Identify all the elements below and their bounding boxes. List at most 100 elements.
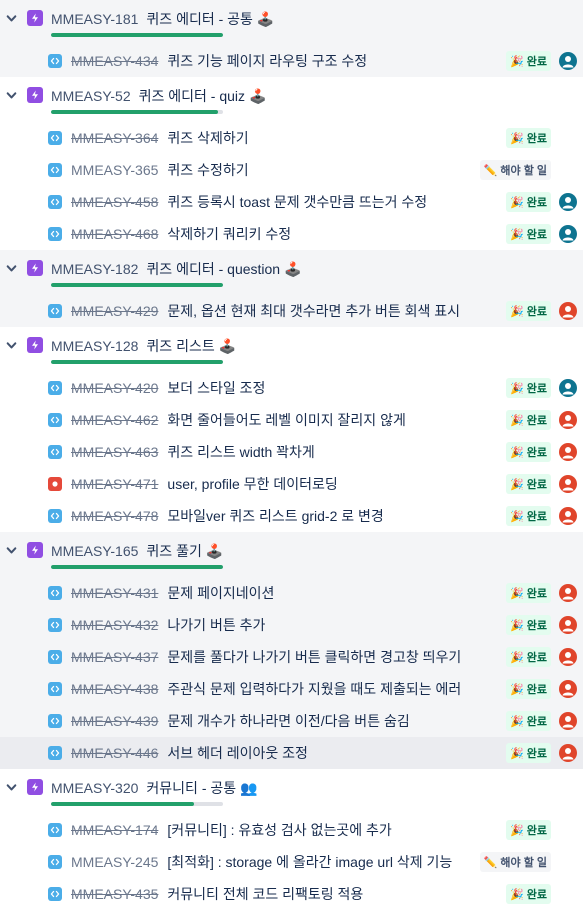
status-badge[interactable]: ✏️ 해야 할 일 — [479, 160, 551, 180]
issue-summary[interactable]: 퀴즈 수정하기 — [167, 160, 248, 180]
issue-key[interactable]: MMEASY-463 — [71, 444, 158, 460]
epic-title[interactable]: 퀴즈 풀기 — [146, 541, 201, 561]
issue-summary[interactable]: 퀴즈 리스트 width 꽉차게 — [167, 442, 314, 462]
issue-key[interactable]: MMEASY-245 — [71, 854, 158, 870]
issue-row[interactable]: MMEASY-435 커뮤니티 전체 코드 리팩토링 적용 🎉 완료 — [0, 878, 583, 910]
chevron-down-icon[interactable] — [6, 340, 17, 351]
issue-row[interactable]: MMEASY-434 퀴즈 기능 페이지 라우팅 구조 수정 🎉 완료 — [0, 45, 583, 77]
avatar[interactable] — [559, 680, 577, 698]
epic-title[interactable]: 커뮤니티 - 공통 — [146, 778, 236, 798]
status-badge[interactable]: 🎉 완료 — [506, 820, 551, 840]
epic-row[interactable]: MMEASY-165 퀴즈 풀기 🕹️ — [0, 532, 583, 577]
issue-row[interactable]: MMEASY-463 퀴즈 리스트 width 꽉차게 🎉 완료 — [0, 436, 583, 468]
issue-key[interactable]: MMEASY-471 — [71, 476, 158, 492]
status-badge[interactable]: 🎉 완료 — [506, 378, 551, 398]
status-badge[interactable]: 🎉 완료 — [506, 711, 551, 731]
status-badge[interactable]: 🎉 완료 — [506, 474, 551, 494]
issue-key[interactable]: MMEASY-437 — [71, 649, 158, 665]
issue-summary[interactable]: 모바일ver 퀴즈 리스트 grid-2 로 변경 — [167, 506, 383, 526]
issue-key[interactable]: MMEASY-458 — [71, 194, 158, 210]
avatar[interactable] — [559, 193, 577, 211]
epic-row[interactable]: MMEASY-181 퀴즈 에디터 - 공통 🕹️ — [0, 0, 583, 45]
issue-summary[interactable]: 주관식 문제 입력하다가 지웠을 때도 제출되는 에러 — [167, 679, 461, 699]
issue-key[interactable]: MMEASY-431 — [71, 585, 158, 601]
issue-summary[interactable]: 보더 스타일 조정 — [167, 378, 265, 398]
avatar[interactable] — [559, 52, 577, 70]
issue-key[interactable]: MMEASY-439 — [71, 713, 158, 729]
issue-summary[interactable]: 퀴즈 삭제하기 — [167, 128, 248, 148]
issue-summary[interactable]: 나가기 버튼 추가 — [167, 615, 265, 635]
epic-key[interactable]: MMEASY-182 — [51, 261, 138, 277]
issue-row[interactable]: MMEASY-174 [커뮤니티] : 유효성 검사 없는곳에 추가 🎉 완료 — [0, 814, 583, 846]
avatar[interactable] — [559, 744, 577, 762]
issue-summary[interactable]: user, profile 무한 데이터로딩 — [167, 474, 337, 494]
issue-row[interactable]: MMEASY-458 퀴즈 등록시 toast 문제 갯수만큼 뜨는거 수정 🎉 완료 — [0, 186, 583, 218]
issue-row[interactable]: MMEASY-446 서브 헤더 레이아웃 조정 🎉 완료 — [0, 737, 583, 769]
status-badge[interactable]: 🎉 완료 — [506, 442, 551, 462]
status-badge[interactable]: 🎉 완료 — [506, 884, 551, 904]
avatar[interactable] — [559, 302, 577, 320]
epic-title[interactable]: 퀴즈 리스트 — [146, 336, 214, 356]
issue-key[interactable]: MMEASY-435 — [71, 886, 158, 902]
chevron-down-icon[interactable] — [6, 263, 17, 274]
issue-row[interactable]: MMEASY-364 퀴즈 삭제하기 🎉 완료 — [0, 122, 583, 154]
status-badge[interactable]: 🎉 완료 — [506, 410, 551, 430]
issue-key[interactable]: MMEASY-364 — [71, 130, 158, 146]
status-badge[interactable]: 🎉 완료 — [506, 615, 551, 635]
issue-summary[interactable]: 화면 줄어들어도 레벨 이미지 잘리지 않게 — [167, 410, 405, 430]
issue-key[interactable]: MMEASY-432 — [71, 617, 158, 633]
issue-row[interactable]: MMEASY-420 보더 스타일 조정 🎉 완료 — [0, 372, 583, 404]
avatar[interactable] — [559, 411, 577, 429]
issue-summary[interactable]: 서브 헤더 레이아웃 조정 — [167, 743, 307, 763]
issue-summary[interactable]: 문제, 옵션 현재 최대 갯수라면 추가 버튼 회색 표시 — [167, 301, 460, 321]
avatar[interactable] — [559, 225, 577, 243]
issue-key[interactable]: MMEASY-446 — [71, 745, 158, 761]
chevron-down-icon[interactable] — [6, 90, 17, 101]
epic-key[interactable]: MMEASY-128 — [51, 338, 138, 354]
issue-row[interactable]: MMEASY-471 user, profile 무한 데이터로딩 🎉 완료 — [0, 468, 583, 500]
issue-row[interactable]: MMEASY-439 문제 개수가 하나라면 이전/다음 버튼 숨김 🎉 완료 — [0, 705, 583, 737]
issue-key[interactable]: MMEASY-468 — [71, 226, 158, 242]
avatar[interactable] — [559, 475, 577, 493]
status-badge[interactable]: 🎉 완료 — [506, 506, 551, 526]
issue-summary[interactable]: 문제 페이지네이션 — [167, 583, 274, 603]
avatar[interactable] — [559, 712, 577, 730]
issue-summary[interactable]: 커뮤니티 전체 코드 리팩토링 적용 — [167, 884, 363, 904]
issue-key[interactable]: MMEASY-365 — [71, 162, 158, 178]
status-badge[interactable]: 🎉 완료 — [506, 224, 551, 244]
issue-row[interactable]: MMEASY-478 모바일ver 퀴즈 리스트 grid-2 로 변경 🎉 완료 — [0, 500, 583, 532]
avatar[interactable] — [559, 379, 577, 397]
issue-key[interactable]: MMEASY-174 — [71, 822, 158, 838]
epic-title[interactable]: 퀴즈 에디터 - question — [146, 259, 280, 279]
epic-title[interactable]: 퀴즈 에디터 - quiz — [139, 86, 245, 106]
status-badge[interactable]: 🎉 완료 — [506, 583, 551, 603]
status-badge[interactable]: 🎉 완료 — [506, 51, 551, 71]
avatar[interactable] — [559, 443, 577, 461]
avatar[interactable] — [559, 648, 577, 666]
status-badge[interactable]: 🎉 완료 — [506, 192, 551, 212]
issue-row[interactable]: MMEASY-462 화면 줄어들어도 레벨 이미지 잘리지 않게 🎉 완료 — [0, 404, 583, 436]
avatar[interactable] — [559, 507, 577, 525]
issue-key[interactable]: MMEASY-438 — [71, 681, 158, 697]
issue-summary[interactable]: 문제 개수가 하나라면 이전/다음 버튼 숨김 — [167, 711, 409, 731]
epic-row[interactable]: MMEASY-128 퀴즈 리스트 🕹️ — [0, 327, 583, 372]
status-badge[interactable]: 🎉 완료 — [506, 128, 551, 148]
epic-row[interactable]: MMEASY-320 커뮤니티 - 공통 👥 — [0, 769, 583, 814]
epic-key[interactable]: MMEASY-165 — [51, 543, 138, 559]
issue-summary[interactable]: 문제를 풀다가 나가기 버튼 클릭하면 경고창 띄우기 — [167, 647, 461, 667]
issue-row[interactable]: MMEASY-468 삭제하기 쿼리키 수정 🎉 완료 — [0, 218, 583, 250]
chevron-down-icon[interactable] — [6, 782, 17, 793]
issue-key[interactable]: MMEASY-462 — [71, 412, 158, 428]
avatar[interactable] — [559, 616, 577, 634]
status-badge[interactable]: 🎉 완료 — [506, 647, 551, 667]
issue-summary[interactable]: 삭제하기 쿼리키 수정 — [167, 224, 291, 244]
epic-row[interactable]: MMEASY-52 퀴즈 에디터 - quiz 🕹️ — [0, 77, 583, 122]
epic-title[interactable]: 퀴즈 에디터 - 공통 — [146, 9, 253, 29]
epic-row[interactable]: MMEASY-182 퀴즈 에디터 - question 🕹️ — [0, 250, 583, 295]
issue-row[interactable]: MMEASY-245 [최적화] : storage 에 올라간 image ur… — [0, 846, 583, 878]
status-badge[interactable]: 🎉 완료 — [506, 301, 551, 321]
issue-summary[interactable]: 퀴즈 기능 페이지 라우팅 구조 수정 — [167, 51, 367, 71]
issue-row[interactable]: MMEASY-438 주관식 문제 입력하다가 지웠을 때도 제출되는 에러 🎉 완료 — [0, 673, 583, 705]
status-badge[interactable]: 🎉 완료 — [506, 679, 551, 699]
issue-row[interactable]: MMEASY-429 문제, 옵션 현재 최대 갯수라면 추가 버튼 회색 표시 🎉… — [0, 295, 583, 327]
